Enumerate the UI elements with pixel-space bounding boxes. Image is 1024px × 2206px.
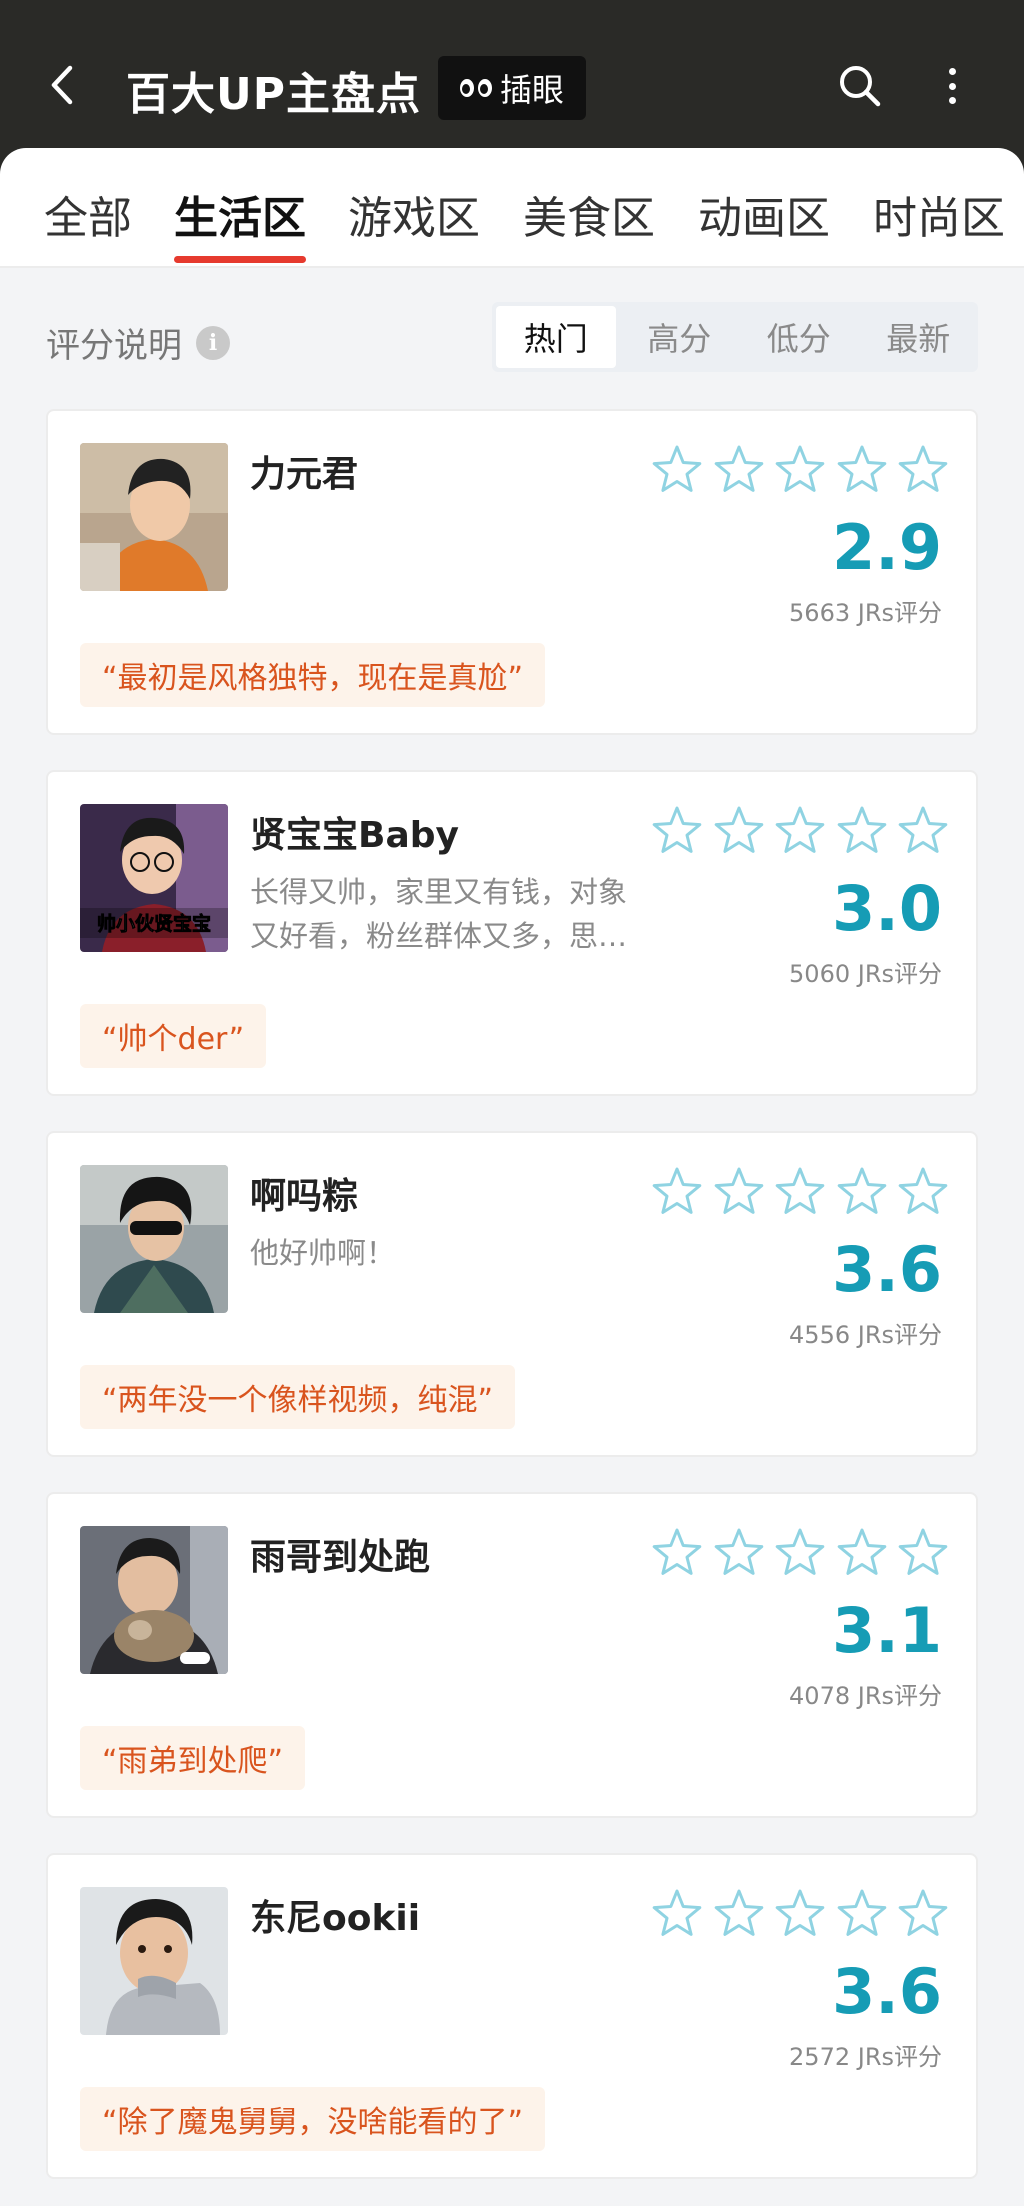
tab-life[interactable]: 生活区	[174, 182, 306, 246]
star-icon[interactable]	[650, 804, 704, 858]
rating-count: 2572 JRs评分	[789, 2043, 942, 2071]
back-button[interactable]	[42, 60, 82, 110]
sort-high[interactable]: 高分	[620, 302, 740, 372]
creator-name: 力元君	[250, 454, 359, 495]
creator-card[interactable]: 东尼ookii 3.6 2572 JRs评分 “除了魔鬼舅舅，没啥能看的了”	[46, 1853, 978, 2179]
peek-label: 插眼	[499, 71, 564, 109]
rating-count: 4556 JRs评分	[789, 1321, 942, 1349]
score: 3.0	[832, 872, 942, 945]
tab-games[interactable]: 游戏区	[348, 182, 480, 246]
tab-animation[interactable]: 动画区	[698, 182, 830, 246]
star-icon[interactable]	[835, 1887, 889, 1941]
rating-count: 4078 JRs评分	[789, 1682, 942, 1710]
star-icon[interactable]	[712, 443, 766, 497]
creator-card[interactable]: 啊吗粽 他好帅啊！ 3.6 4556 JRs评分 “两年没一个像样视频，纯混”	[46, 1131, 978, 1457]
search-button[interactable]	[838, 64, 882, 108]
tab-all[interactable]: 全部	[44, 182, 132, 246]
avatar[interactable]	[80, 1526, 228, 1674]
star-rating[interactable]	[650, 804, 950, 858]
rating-count: 5663 JRs评分	[789, 599, 942, 627]
avatar[interactable]	[80, 1887, 228, 2035]
star-icon[interactable]	[835, 804, 889, 858]
search-icon	[840, 66, 881, 107]
star-rating[interactable]	[650, 1526, 950, 1580]
star-rating[interactable]	[650, 1165, 950, 1219]
star-icon[interactable]	[650, 1165, 704, 1219]
star-rating[interactable]	[650, 1887, 950, 1941]
star-icon[interactable]	[773, 443, 827, 497]
rating-count: 5060 JRs评分	[789, 960, 942, 988]
score: 3.6	[832, 1955, 942, 2028]
top-comment[interactable]: “最初是风格独特，现在是真尬”	[80, 643, 546, 707]
star-icon[interactable]	[773, 1165, 827, 1219]
creator-name: 啊吗粽	[250, 1176, 359, 1217]
creator-card[interactable]: 帅小伙贤宝宝 贤宝宝Baby 长得又帅，家里又有钱，对象又好看，粉丝群体又多，思…	[46, 770, 978, 1096]
creator-name: 东尼ookii	[250, 1898, 421, 1939]
star-icon[interactable]	[773, 1887, 827, 1941]
score: 3.1	[832, 1594, 942, 1667]
creator-description: 长得又帅，家里又有钱，对象又好看，粉丝群体又多，思…	[250, 875, 628, 953]
top-comment[interactable]: “除了魔鬼舅舅，没啥能看的了”	[80, 2087, 546, 2151]
star-icon[interactable]	[896, 443, 950, 497]
star-icon[interactable]	[896, 804, 950, 858]
more-dots-icon	[948, 68, 956, 75]
star-icon[interactable]	[712, 1526, 766, 1580]
star-icon[interactable]	[835, 1526, 889, 1580]
creator-description: 他好帅啊！	[250, 1236, 396, 1270]
creator-name: 贤宝宝Baby	[250, 815, 459, 856]
sort-hot[interactable]: 热门	[496, 306, 616, 368]
more-options-button[interactable]	[940, 62, 964, 110]
star-icon[interactable]	[835, 443, 889, 497]
star-icon[interactable]	[896, 1526, 950, 1580]
rating-info-button[interactable]: 评分说明 i	[46, 318, 230, 367]
info-icon: i	[196, 325, 230, 360]
rating-info-label: 评分说明	[46, 326, 182, 366]
tab-fashion[interactable]: 时尚区	[873, 182, 1005, 246]
star-rating[interactable]	[650, 443, 950, 497]
eyes-icon	[459, 79, 492, 97]
chevron-left-icon	[51, 65, 73, 105]
avatar[interactable]	[80, 1165, 228, 1313]
top-comment[interactable]: “两年没一个像样视频，纯混”	[80, 1365, 516, 1429]
active-tab-indicator	[174, 256, 306, 263]
creator-card[interactable]: 雨哥到处跑 3.1 4078 JRs评分 “雨弟到处爬”	[46, 1492, 978, 1818]
peek-button[interactable]: 插眼	[438, 56, 586, 120]
star-icon[interactable]	[650, 1887, 704, 1941]
category-tabs: 全部 生活区 游戏区 美食区 动画区 时尚区	[0, 148, 1024, 268]
star-icon[interactable]	[773, 1526, 827, 1580]
creator-name: 雨哥到处跑	[250, 1537, 431, 1578]
top-comment[interactable]: “雨弟到处爬”	[80, 1726, 306, 1790]
tab-food[interactable]: 美食区	[523, 182, 655, 246]
star-icon[interactable]	[712, 804, 766, 858]
sort-newest[interactable]: 最新	[859, 302, 979, 372]
score: 3.6	[832, 1233, 942, 1306]
star-icon[interactable]	[773, 804, 827, 858]
star-icon[interactable]	[712, 1887, 766, 1941]
star-icon[interactable]	[650, 1526, 704, 1580]
sort-selector: 热门 高分 低分 最新	[492, 302, 978, 372]
star-icon[interactable]	[712, 1165, 766, 1219]
star-icon[interactable]	[896, 1887, 950, 1941]
score: 2.9	[832, 511, 942, 584]
avatar[interactable]: 帅小伙贤宝宝	[80, 804, 228, 952]
avatar-caption: 帅小伙贤宝宝	[97, 912, 211, 935]
top-comment[interactable]: “帅个der”	[80, 1004, 267, 1068]
sort-low[interactable]: 低分	[739, 302, 859, 372]
star-icon[interactable]	[835, 1165, 889, 1219]
avatar[interactable]	[80, 443, 228, 591]
star-icon[interactable]	[650, 443, 704, 497]
star-icon[interactable]	[896, 1165, 950, 1219]
page-title: 百大UP主盘点	[126, 69, 421, 120]
creator-card[interactable]: 力元君 2.9 5663 JRs评分 “最初是风格独特，现在是真尬”	[46, 409, 978, 735]
